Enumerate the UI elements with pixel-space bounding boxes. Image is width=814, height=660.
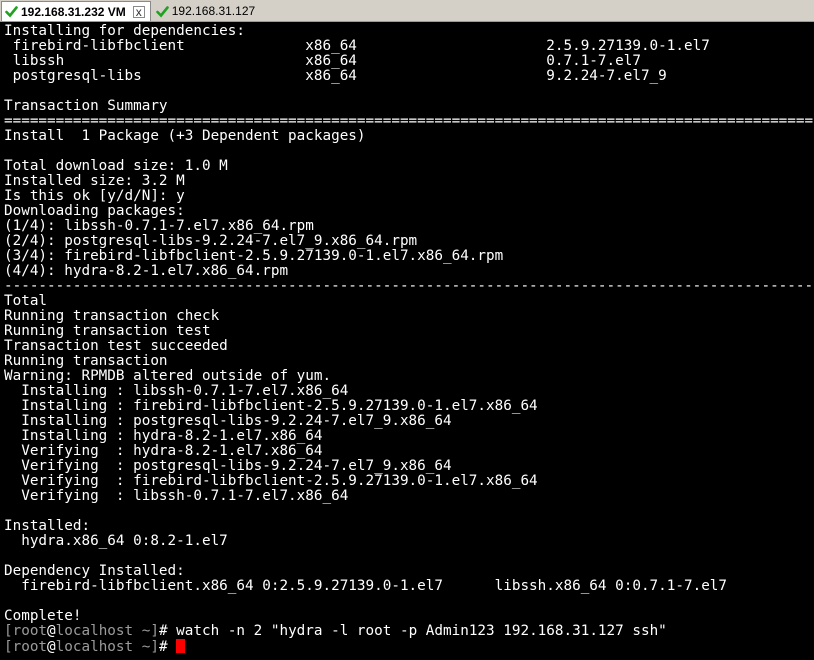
prompt-path: ~ [133, 639, 151, 655]
terminal-line: Transaction Summary [4, 99, 168, 114]
session-tab-bar: 192.168.31.232 VM x 192.168.31.127 [0, 0, 814, 22]
terminal-line: (4/4): hydra-8.2-1.el7.x86_64.rpm [4, 264, 289, 279]
terminal-line: Complete! [4, 609, 82, 624]
terminal-line: Is this ok [y/d/N]: y [4, 189, 185, 204]
terminal-line: Running transaction [4, 354, 168, 369]
terminal-lines: Installing for dependencies: firebird-li… [4, 24, 814, 624]
terminal-line: ========================================… [4, 114, 814, 129]
close-icon[interactable]: x [132, 5, 145, 18]
terminal-line: firebird-libfbclient x86_64 2.5.9.27139.… [4, 39, 710, 54]
terminal-line: postgresql-libs x86_64 9.2.24-7.el7_9 [4, 69, 667, 84]
terminal-line: libssh x86_64 0.7.1-7.el7 [4, 54, 641, 69]
prompt-host: localhost [55, 639, 134, 655]
tab-192-168-31-127[interactable]: 192.168.31.127 [152, 1, 261, 21]
prompt-at: @ [47, 624, 56, 639]
terminal-line: Verifying : postgresql-libs-9.2.24-7.el7… [4, 459, 452, 474]
prompt-command: watch -n 2 "hydra -l root -p Admin123 19… [167, 624, 667, 639]
terminal-line: Verifying : hydra-8.2-1.el7.x86_64 [4, 444, 323, 459]
terminal-line: Install 1 Package (+3 Dependent packages… [4, 129, 366, 144]
terminal-line: (3/4): firebird-libfbclient-2.5.9.27139.… [4, 249, 504, 264]
prompt-user: root [12, 639, 48, 655]
terminal-line: ----------------------------------------… [4, 279, 814, 294]
prompt-path: ~ [133, 624, 151, 639]
terminal-line: (1/4): libssh-0.7.1-7.el7.x86_64.rpm [4, 219, 314, 234]
tab-192-168-31-232-vm[interactable]: 192.168.31.232 VM x [1, 1, 151, 21]
prompt-open-bracket: [ [4, 624, 13, 639]
terminal-line: Installing : hydra-8.2-1.el7.x86_64 [4, 429, 323, 444]
terminal-line: Installing : libssh-0.7.1-7.el7.x86_64 [4, 384, 349, 399]
terminal-line: Downloading packages: [4, 204, 185, 219]
terminal-line: Warning: RPMDB altered outside of yum. [4, 369, 332, 384]
prompt-symbol: # [158, 639, 168, 655]
terminal-line: Total download size: 1.0 M [4, 159, 228, 174]
terminal-output[interactable]: Installing for dependencies: firebird-li… [0, 22, 814, 660]
prompt-open-bracket: [ [4, 639, 13, 655]
prompt-host: localhost [55, 624, 134, 639]
connected-check-icon [5, 6, 18, 18]
tab-label: 192.168.31.127 [171, 4, 256, 18]
text-cursor [176, 639, 186, 653]
terminal-line: Verifying : libssh-0.7.1-7.el7.x86_64 [4, 489, 349, 504]
terminal-line: Running transaction test [4, 324, 211, 339]
prompt-command [168, 639, 177, 654]
terminal-line: Running transaction check [4, 309, 220, 324]
tab-label: 192.168.31.232 VM [21, 4, 126, 19]
terminal-prompt-line: [root@localhost ~]# watch -n 2 "hydra -l… [4, 624, 814, 639]
connected-check-icon [155, 5, 169, 17]
terminal-line: Installed size: 3.2 M [4, 174, 185, 189]
terminal-input-line[interactable]: [root@localhost ~]# [4, 639, 814, 654]
terminal-line: firebird-libfbclient.x86_64 0:2.5.9.2713… [4, 579, 728, 594]
prompt-user: root [12, 624, 48, 639]
terminal-line: hydra.x86_64 0:8.2-1.el7 [4, 534, 228, 549]
terminal-line: Total [4, 294, 48, 309]
prompt-symbol: # [158, 624, 168, 639]
terminal-line: Verifying : firebird-libfbclient-2.5.9.2… [4, 474, 538, 489]
terminal-line: Installing : postgresql-libs-9.2.24-7.el… [4, 414, 452, 429]
prompt-close-bracket: ] [150, 639, 159, 655]
terminal-line: Installing for dependencies: [4, 24, 246, 39]
terminal-line: Dependency Installed: [4, 564, 185, 579]
terminal-line: Transaction test succeeded [4, 339, 228, 354]
terminal-line: Installing : firebird-libfbclient-2.5.9.… [4, 399, 538, 414]
terminal-line: Installed: [4, 519, 91, 534]
prompt-close-bracket: ] [150, 624, 159, 639]
prompt-at: @ [47, 639, 56, 655]
terminal-line: (2/4): postgresql-libs-9.2.24-7.el7_9.x8… [4, 234, 418, 249]
